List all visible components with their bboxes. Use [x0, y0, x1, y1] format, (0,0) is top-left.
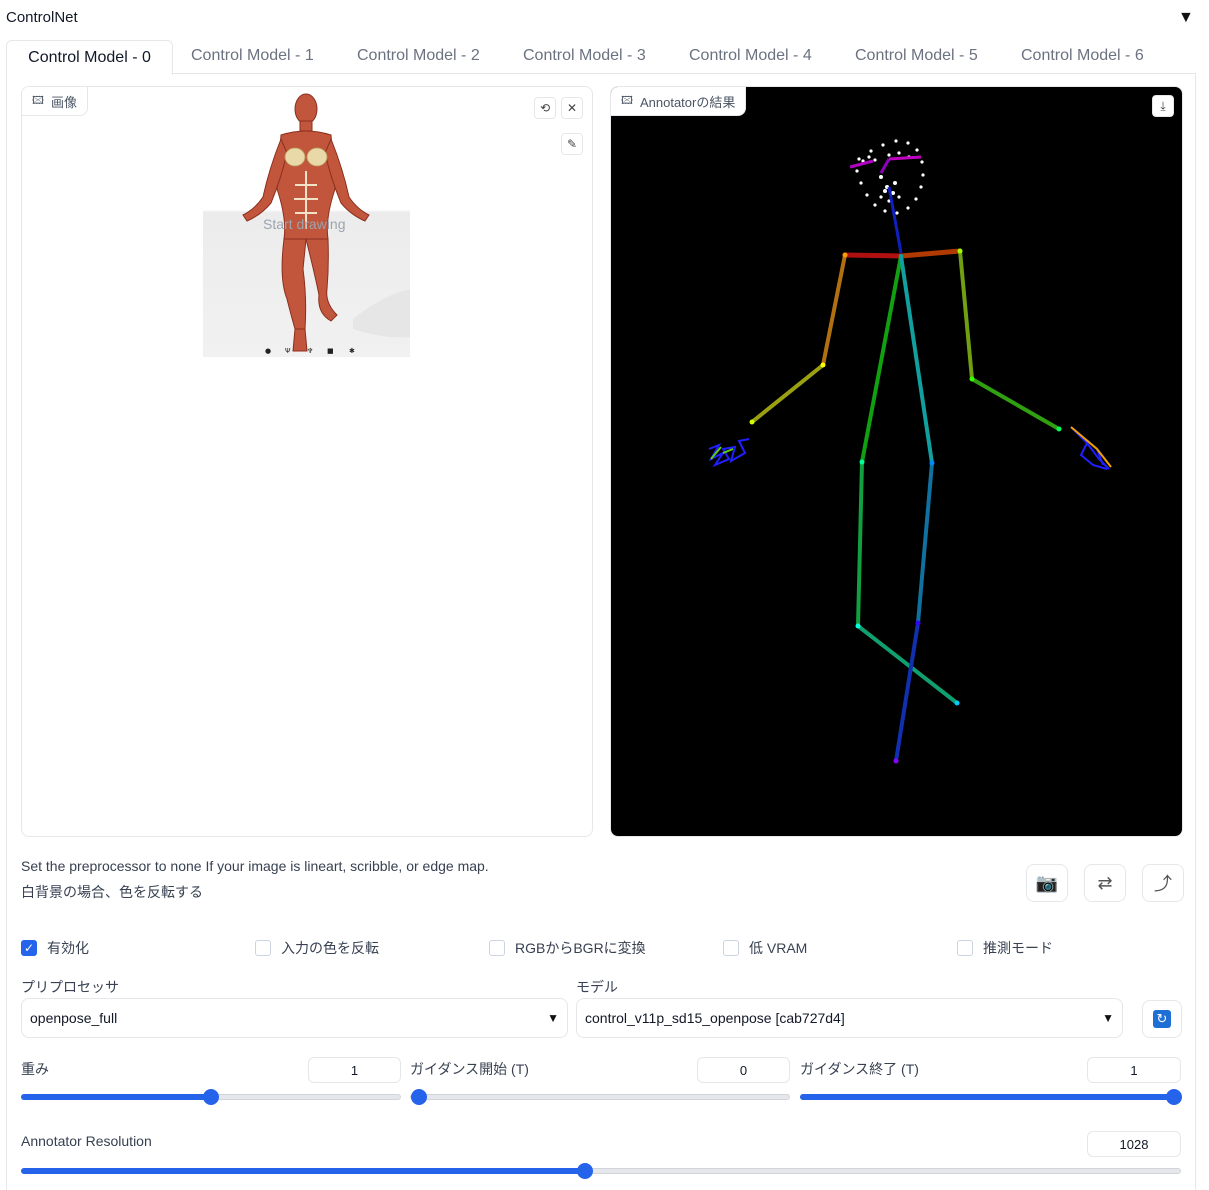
- slider-thumb[interactable]: [577, 1163, 593, 1179]
- image-icon: 🖾: [32, 94, 44, 107]
- collapse-icon[interactable]: ▼: [1178, 9, 1194, 27]
- slider-thumb[interactable]: [1166, 1089, 1182, 1105]
- undo-icon[interactable]: ⟲: [534, 97, 556, 119]
- image-label: 画像: [50, 94, 77, 110]
- checkbox-box[interactable]: [489, 940, 505, 956]
- image-icon: 🖾: [621, 94, 633, 107]
- brush-icon[interactable]: ✎: [561, 133, 583, 155]
- annotator-resolution-label: Annotator Resolution: [21, 1133, 152, 1149]
- uploaded-image[interactable]: Start drawing ● Ψ ♆ ■ ✱: [203, 89, 410, 357]
- result-label: Annotatorの結果: [639, 94, 736, 110]
- refresh-icon: ↻: [1153, 1010, 1171, 1028]
- checkbox-box[interactable]: [255, 940, 271, 956]
- chevron-down-icon: ▼: [547, 1011, 559, 1025]
- svg-text:Ψ: Ψ: [285, 347, 291, 355]
- download-icon[interactable]: ⤓: [1152, 95, 1174, 117]
- chevron-down-icon: ▼: [1102, 1011, 1114, 1025]
- check-icon[interactable]: ✓: [21, 940, 37, 956]
- image-label-chip: 🖾 画像: [22, 87, 88, 116]
- checkbox-guess-mode-label: 推測モード: [983, 940, 1053, 956]
- close-icon[interactable]: ✕: [561, 97, 583, 119]
- checkbox-guess-mode[interactable]: 推測モード: [957, 938, 1053, 958]
- result-label-chip: 🖾 Annotatorの結果: [611, 87, 747, 116]
- slider-fill: [800, 1094, 1181, 1100]
- preprocessor-value: openpose_full: [30, 1010, 118, 1026]
- preprocessor-select[interactable]: openpose_full ▼: [21, 998, 568, 1038]
- pose-skeleton: [708, 139, 1112, 764]
- svg-text:■: ■: [327, 347, 334, 355]
- tab-control-model-5[interactable]: Control Model - 5: [855, 47, 978, 65]
- slider-thumb[interactable]: [411, 1089, 427, 1105]
- tab-control-model-1[interactable]: Control Model - 1: [191, 47, 314, 65]
- model-select[interactable]: control_v11p_sd15_openpose [cab727d4] ▼: [576, 998, 1123, 1038]
- checkbox-low-vram[interactable]: 低 VRAM: [723, 938, 807, 958]
- camera-icon[interactable]: 📷: [1026, 864, 1068, 902]
- section-title: ControlNet: [6, 9, 78, 26]
- checkbox-enable[interactable]: ✓ 有効化: [21, 938, 89, 958]
- weight-label: 重み: [21, 1061, 49, 1077]
- annotator-resolution-slider[interactable]: [21, 1163, 1181, 1179]
- annotator-resolution-number-input[interactable]: 1028: [1087, 1131, 1181, 1157]
- preprocessor-label: プリプロセッサ: [21, 979, 119, 995]
- tab-control-model-6[interactable]: Control Model - 6: [1021, 47, 1144, 65]
- canvas-overlay-text: Start drawing: [263, 216, 345, 232]
- weight-number-input[interactable]: 1: [308, 1057, 401, 1083]
- tab-control-model-3[interactable]: Control Model - 3: [523, 47, 646, 65]
- guidance-end-number-input[interactable]: 1: [1087, 1057, 1181, 1083]
- tab-control-model-4[interactable]: Control Model - 4: [689, 47, 812, 65]
- annotator-result-panel: 🖾 Annotatorの結果 ⤓: [610, 86, 1183, 837]
- weight-slider[interactable]: [21, 1089, 401, 1105]
- tab-control-model-2[interactable]: Control Model - 2: [357, 47, 480, 65]
- checkbox-invert-label: 入力の色を反転: [281, 940, 379, 956]
- checkbox-low-vram-label: 低 VRAM: [749, 940, 808, 956]
- send-icon[interactable]: ⤴: [1142, 864, 1184, 902]
- tab-control-model-0[interactable]: Control Model - 0: [6, 40, 173, 75]
- checkbox-invert-input-color[interactable]: 入力の色を反転: [255, 938, 379, 958]
- svg-text:✱: ✱: [349, 347, 355, 355]
- checkbox-enable-label: 有効化: [47, 940, 89, 956]
- checkbox-rgb-bgr-label: RGBからBGRに変換: [515, 940, 646, 956]
- slider-track: [410, 1094, 790, 1100]
- slider-fill: [21, 1094, 211, 1100]
- invert-hint: 白背景の場合、色を反転する: [21, 884, 203, 900]
- anatomy-figure: Start drawing ● Ψ ♆ ■ ✱: [242, 93, 410, 355]
- guidance-end-label: ガイダンス終了 (T): [800, 1061, 919, 1077]
- slider-fill: [21, 1168, 586, 1174]
- swap-icon[interactable]: ⇄: [1084, 864, 1126, 902]
- slider-thumb[interactable]: [203, 1089, 219, 1105]
- model-value: control_v11p_sd15_openpose [cab727d4]: [585, 1010, 845, 1026]
- checkbox-rgb-to-bgr[interactable]: RGBからBGRに変換: [489, 938, 646, 958]
- guidance-end-slider[interactable]: [800, 1089, 1182, 1105]
- svg-text:●: ●: [265, 347, 271, 355]
- checkbox-box[interactable]: [723, 940, 739, 956]
- guidance-start-slider[interactable]: [410, 1089, 790, 1105]
- guidance-start-label: ガイダンス開始 (T): [410, 1061, 529, 1077]
- checkbox-box[interactable]: [957, 940, 973, 956]
- refresh-models-button[interactable]: ↻: [1142, 1000, 1182, 1038]
- model-label: モデル: [576, 979, 618, 995]
- guidance-start-number-input[interactable]: 0: [697, 1057, 790, 1083]
- svg-text:♆: ♆: [307, 347, 313, 355]
- image-input-panel[interactable]: 🖾 画像 ⟲ ✕ ✎ Start drawing ● Ψ ♆ ■ ✱: [21, 86, 593, 837]
- preprocessor-hint: Set the preprocessor to none If your ima…: [21, 858, 489, 874]
